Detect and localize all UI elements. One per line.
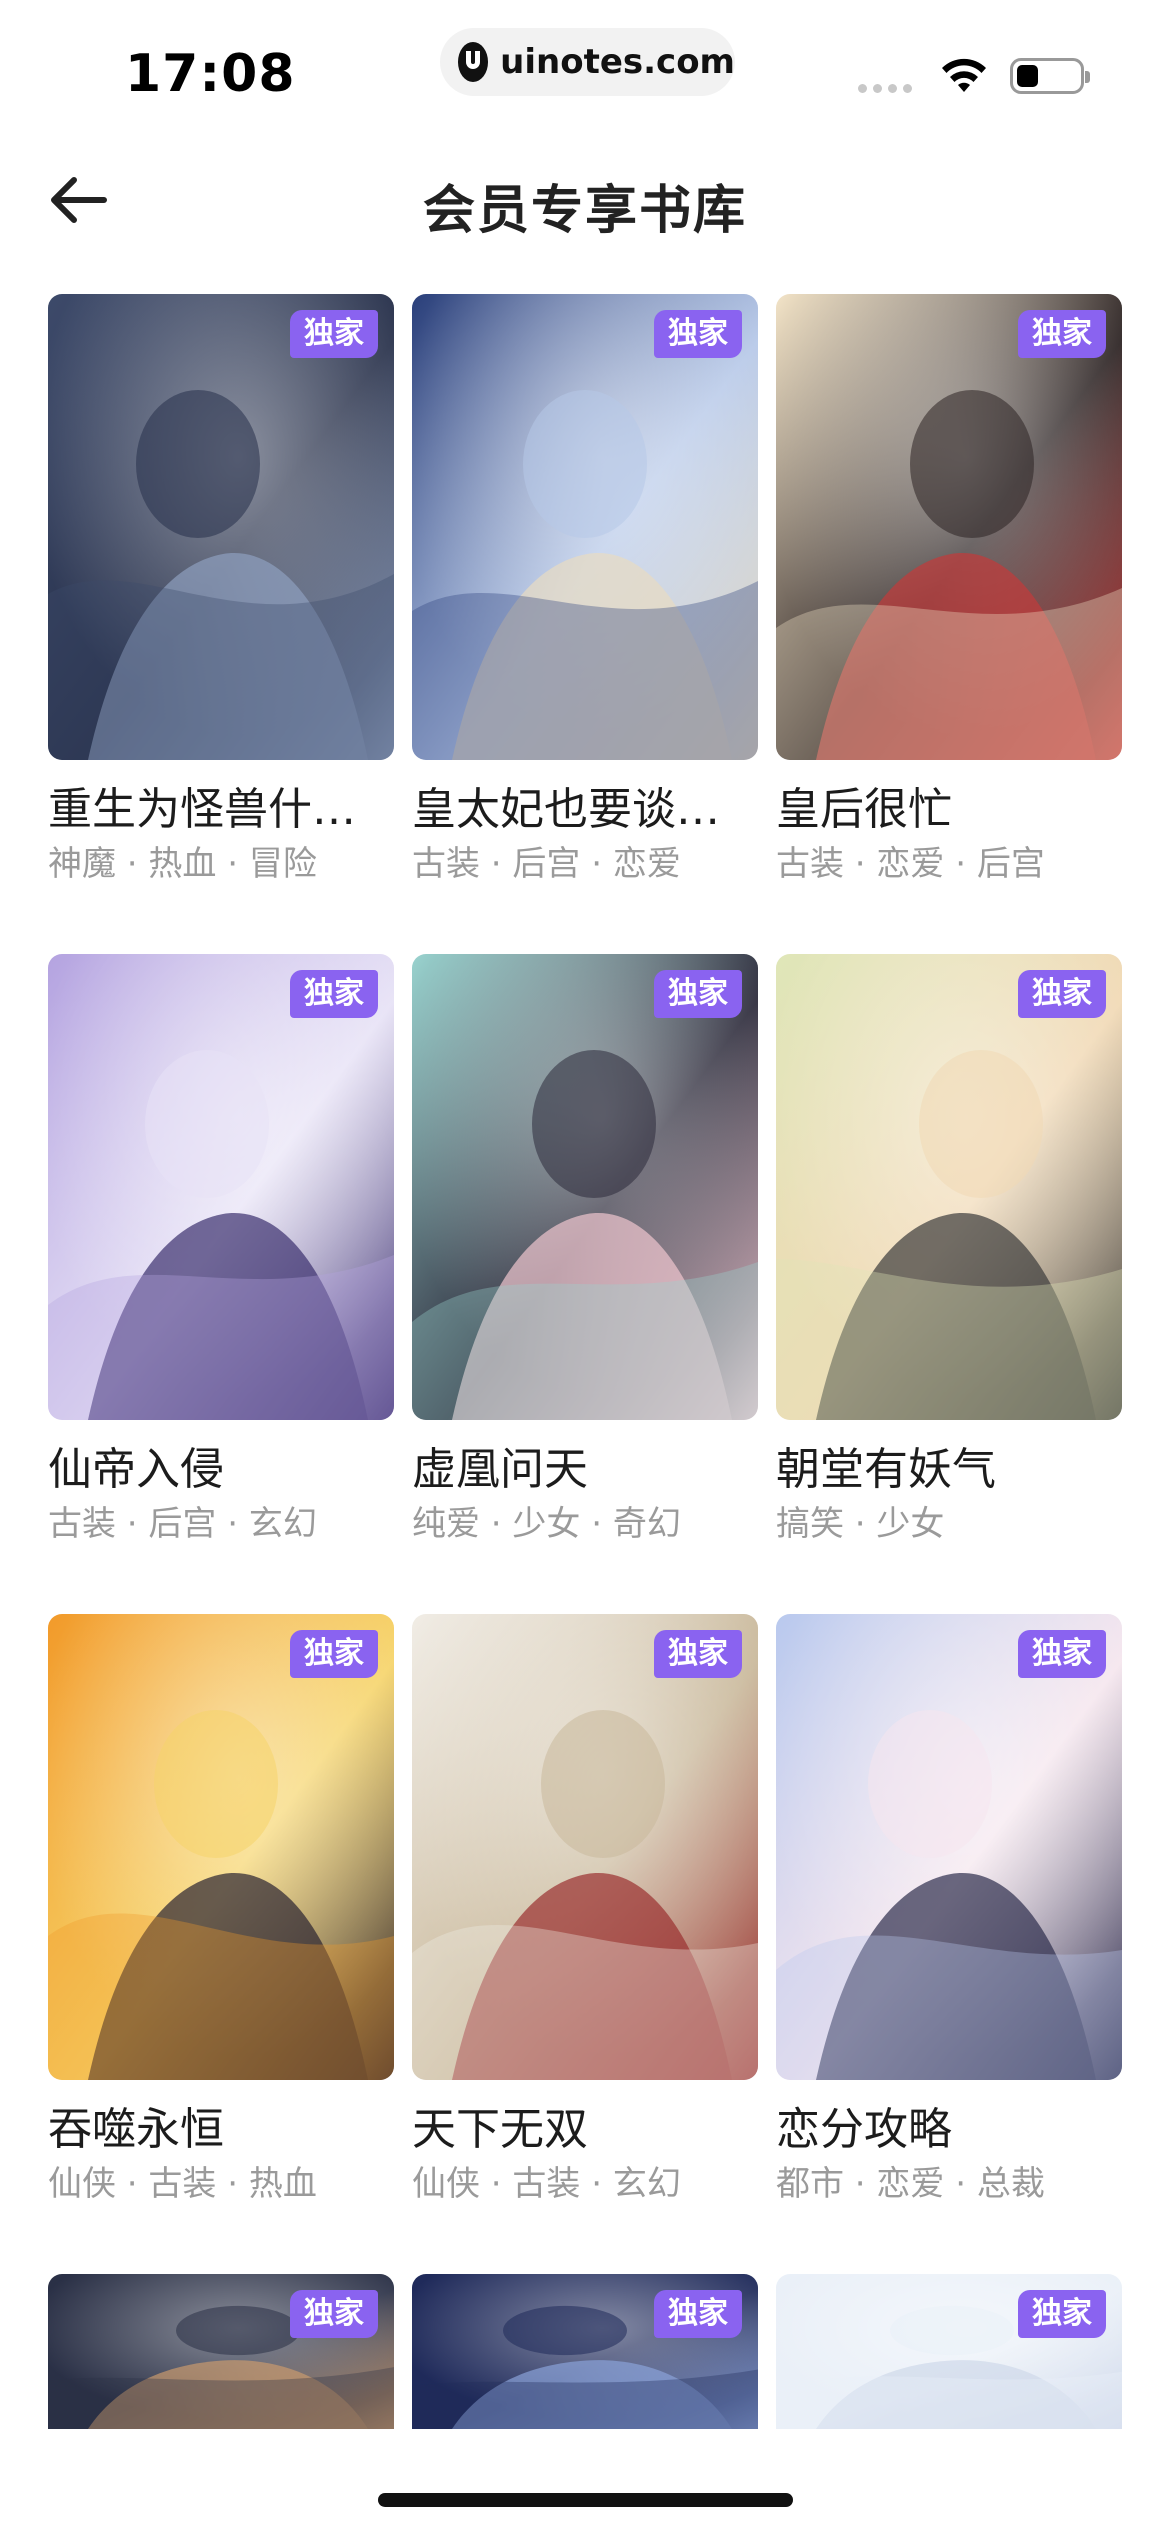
cellular-signal-icon (858, 84, 912, 93)
exclusive-badge: 独家 (654, 1630, 742, 1678)
book-title[interactable]: 天下无双 (412, 2102, 758, 2158)
book-cover[interactable]: 独家 (412, 1614, 758, 2080)
book-cover[interactable]: 独家 (412, 954, 758, 1420)
book-title[interactable]: 恋分攻略 (776, 2102, 1122, 2158)
book-title[interactable]: 仙帝入侵 (48, 1442, 394, 1498)
status-time: 17:08 (125, 44, 296, 104)
wifi-icon (942, 58, 986, 92)
book-cover[interactable]: 独家 (48, 294, 394, 760)
site-logo-icon (458, 42, 489, 82)
book-tags: 古装 · 后宫 · 玄幻 (48, 1504, 317, 1544)
book-card[interactable]: 独家 仙帝入侵 古装 · 后宫 · 玄幻 (48, 954, 394, 1614)
exclusive-badge: 独家 (1018, 2290, 1106, 2338)
book-card[interactable]: 独家 天下无双 仙侠 · 古装 · 玄幻 (412, 1614, 758, 2274)
book-card[interactable]: 独家 朝堂有妖气 搞笑 · 少女 (776, 954, 1122, 1614)
battery-level (1017, 65, 1038, 87)
book-card[interactable]: 独家 (48, 2274, 394, 2429)
status-bar: 17:08 uinotes.com (0, 0, 1170, 130)
book-cover[interactable]: 独家 (412, 294, 758, 760)
book-tags: 仙侠 · 古装 · 玄幻 (412, 2164, 681, 2204)
book-card[interactable]: 独家 吞噬永恒 仙侠 · 古装 · 热血 (48, 1614, 394, 2274)
book-cover[interactable]: 独家 (776, 1614, 1122, 2080)
book-cover[interactable]: 独家 (776, 294, 1122, 760)
book-card[interactable]: 独家 虚凰问天 纯爱 · 少女 · 奇幻 (412, 954, 758, 1614)
nav-header: 会员专享书库 (0, 140, 1170, 260)
cover-art (776, 1614, 1122, 2080)
exclusive-badge: 独家 (290, 1630, 378, 1678)
cover-art (48, 1614, 394, 2080)
book-card[interactable]: 独家 恋分攻略 都市 · 恋爱 · 总裁 (776, 1614, 1122, 2274)
exclusive-badge: 独家 (654, 2290, 742, 2338)
url-pill[interactable]: uinotes.com (440, 28, 735, 96)
book-card[interactable]: 独家 重生为怪兽什… 神魔 · 热血 · 冒险 (48, 294, 394, 954)
book-title[interactable]: 皇后很忙 (776, 782, 1122, 838)
book-tags: 都市 · 恋爱 · 总裁 (776, 2164, 1045, 2204)
book-title[interactable]: 吞噬永恒 (48, 2102, 394, 2158)
cover-art (412, 1614, 758, 2080)
book-cover[interactable]: 独家 (776, 954, 1122, 1420)
book-cover[interactable]: 独家 (776, 2274, 1122, 2429)
book-tags: 古装 · 恋爱 · 后宫 (776, 844, 1045, 884)
book-tags: 神魔 · 热血 · 冒险 (48, 844, 317, 884)
book-cover[interactable]: 独家 (48, 1614, 394, 2080)
exclusive-badge: 独家 (654, 970, 742, 1018)
page-title: 会员专享书库 (422, 181, 747, 241)
book-grid: 独家 重生为怪兽什… 神魔 · 热血 · 冒险 独家 皇太妃也要谈… 古装 · … (48, 294, 1124, 2429)
cover-art (48, 954, 394, 1420)
book-card[interactable]: 独家 (412, 2274, 758, 2429)
exclusive-badge: 独家 (1018, 970, 1106, 1018)
book-card[interactable]: 独家 皇后很忙 古装 · 恋爱 · 后宫 (776, 294, 1122, 954)
exclusive-badge: 独家 (654, 310, 742, 358)
cover-art (412, 954, 758, 1420)
exclusive-badge: 独家 (1018, 310, 1106, 358)
book-tags: 古装 · 后宫 · 恋爱 (412, 844, 681, 884)
home-indicator[interactable] (378, 2493, 793, 2507)
book-tags: 仙侠 · 古装 · 热血 (48, 2164, 317, 2204)
book-title[interactable]: 朝堂有妖气 (776, 1442, 1122, 1498)
book-cover[interactable]: 独家 (48, 954, 394, 1420)
url-text: uinotes.com (500, 42, 735, 82)
battery-icon (1010, 58, 1090, 94)
exclusive-badge: 独家 (1018, 1630, 1106, 1678)
cover-art (48, 294, 394, 760)
book-title[interactable]: 虚凰问天 (412, 1442, 758, 1498)
book-tags: 搞笑 · 少女 (776, 1504, 945, 1544)
exclusive-badge: 独家 (290, 310, 378, 358)
exclusive-badge: 独家 (290, 2290, 378, 2338)
exclusive-badge: 独家 (290, 970, 378, 1018)
bottom-safe-area (0, 2430, 1170, 2532)
book-title[interactable]: 皇太妃也要谈… (412, 782, 758, 838)
cover-art (412, 294, 758, 760)
cover-art (776, 294, 1122, 760)
book-card[interactable]: 独家 皇太妃也要谈… 古装 · 后宫 · 恋爱 (412, 294, 758, 954)
cover-art (776, 954, 1122, 1420)
book-cover[interactable]: 独家 (48, 2274, 394, 2429)
book-card[interactable]: 独家 (776, 2274, 1122, 2429)
book-tags: 纯爱 · 少女 · 奇幻 (412, 1504, 681, 1544)
book-cover[interactable]: 独家 (412, 2274, 758, 2429)
book-title[interactable]: 重生为怪兽什… (48, 782, 394, 838)
